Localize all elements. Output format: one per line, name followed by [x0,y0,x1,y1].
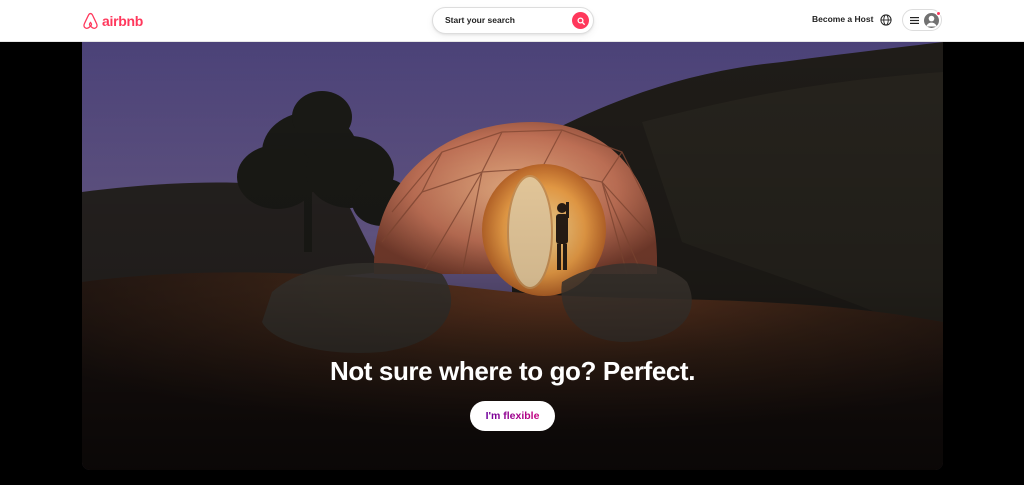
notification-dot [936,11,941,16]
become-a-host-link[interactable]: Become a Host [812,14,873,24]
hero-banner: Not sure where to go? Perfect. I'm flexi… [82,42,943,470]
top-nav: airbnb Start your search Become a Host [0,0,1024,42]
im-flexible-label: I'm flexible [485,410,540,422]
search-placeholder: Start your search [445,15,515,25]
airbnb-belo-icon [83,12,98,29]
im-flexible-button[interactable]: I'm flexible [470,401,555,431]
logo-wordmark: airbnb [102,13,143,29]
hero-title: Not sure where to go? Perfect. [329,356,696,386]
search-button[interactable] [572,12,589,29]
user-menu-button[interactable] [902,9,942,31]
hamburger-icon [910,17,919,24]
search-bar[interactable]: Start your search [432,7,594,34]
search-icon [576,16,585,25]
globe-icon[interactable] [880,14,892,26]
airbnb-logo[interactable]: airbnb [82,11,143,31]
